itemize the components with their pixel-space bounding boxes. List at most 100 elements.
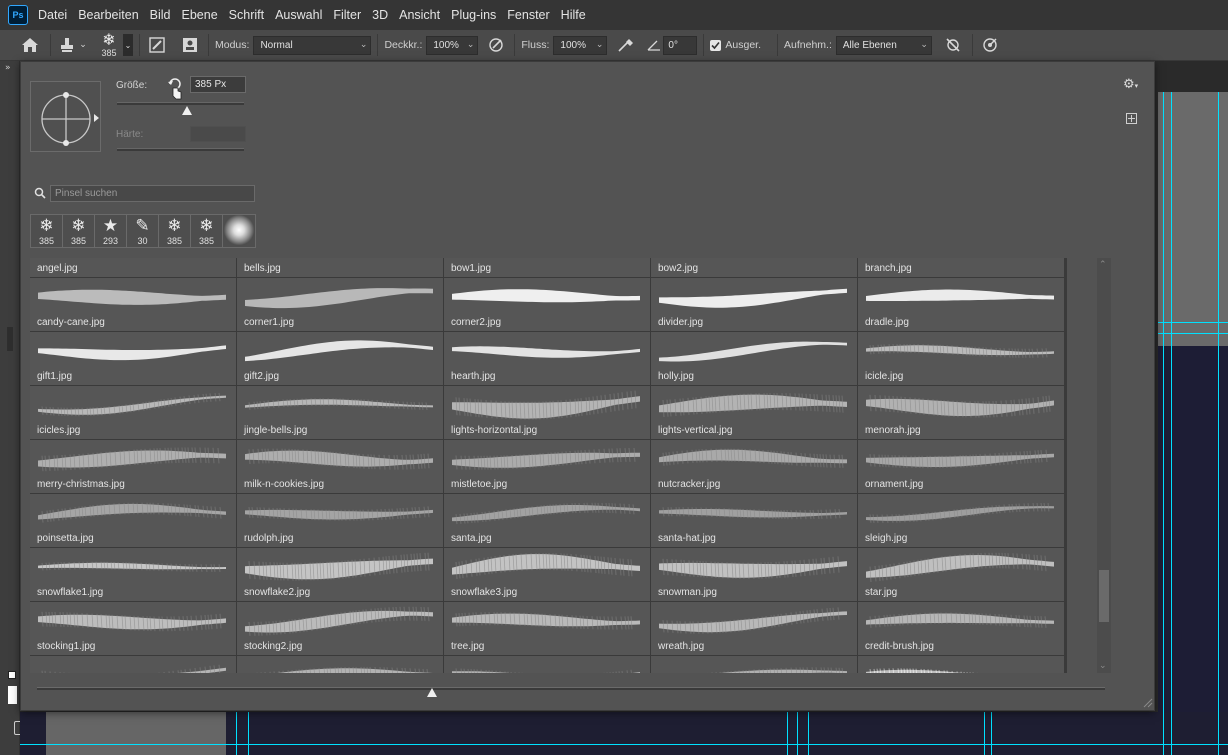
- brush-preset[interactable]: icicles.jpg: [30, 386, 236, 439]
- airbrush-icon[interactable]: [613, 37, 639, 53]
- angle-input[interactable]: 0°: [663, 35, 698, 55]
- brush-preset[interactable]: icicle.jpg: [858, 332, 1064, 385]
- brush-preset[interactable]: divider.jpg: [651, 278, 857, 331]
- brush-preset[interactable]: dradle.jpg: [858, 278, 1064, 331]
- brush-preset-picker[interactable]: ❄ 385: [97, 32, 121, 59]
- brush-preset[interactable]: bow1.jpg: [444, 258, 650, 277]
- brush-preset[interactable]: holly.jpg: [651, 332, 857, 385]
- aligned-checkbox[interactable]: [710, 39, 722, 51]
- brush-preset[interactable]: santa.jpg: [444, 494, 650, 547]
- brush-preset[interactable]: poinsetta.jpg: [30, 494, 236, 547]
- recent-brush[interactable]: ❄ 385: [191, 215, 223, 247]
- menu-item[interactable]: Filter: [333, 8, 361, 22]
- recent-brush[interactable]: ❄ 385: [159, 215, 191, 247]
- expand-panel-icon[interactable]: »: [5, 63, 11, 73]
- brush-preset[interactable]: angel.jpg: [30, 258, 236, 277]
- resize-grip-icon[interactable]: [1141, 696, 1153, 708]
- menu-item[interactable]: Bild: [150, 8, 171, 22]
- scroll-down-icon[interactable]: ⌄: [1099, 661, 1107, 671]
- recent-brush[interactable]: ✎ 30: [127, 215, 159, 247]
- brush-preset[interactable]: hearth.jpg: [444, 332, 650, 385]
- brush-preset[interactable]: santa-hat.jpg: [651, 494, 857, 547]
- brush-preset[interactable]: bow2.jpg: [651, 258, 857, 277]
- gear-icon[interactable]: ⚙▾: [1123, 77, 1138, 92]
- menu-item[interactable]: Hilfe: [561, 8, 586, 22]
- brush-preset[interactable]: mistletoe.jpg: [444, 440, 650, 493]
- brush-preset[interactable]: snowflake1.jpg: [30, 548, 236, 601]
- brush-preset[interactable]: [444, 656, 650, 673]
- brush-preset[interactable]: tree.jpg: [444, 602, 650, 655]
- brush-preset[interactable]: menorah.jpg: [858, 386, 1064, 439]
- foreground-color-swatch[interactable]: [8, 671, 16, 679]
- brush-preset[interactable]: jingle-bells.jpg: [237, 386, 443, 439]
- recent-brush[interactable]: ❄ 385: [63, 215, 95, 247]
- brush-preset[interactable]: star.jpg: [858, 548, 1064, 601]
- preview-zoom-slider-track[interactable]: [37, 687, 1105, 690]
- brush-preset[interactable]: snowflake2.jpg: [237, 548, 443, 601]
- brush-preset[interactable]: [858, 656, 1064, 673]
- pressure-size-icon[interactable]: [979, 37, 1001, 53]
- brush-preset[interactable]: merry-christmas.jpg: [30, 440, 236, 493]
- size-slider-thumb[interactable]: [181, 106, 192, 115]
- menu-item[interactable]: Schrift: [229, 8, 264, 22]
- brush-preset[interactable]: nutcracker.jpg: [651, 440, 857, 493]
- menu-item[interactable]: 3D: [372, 8, 388, 22]
- flow-field[interactable]: 100% ⌄: [553, 35, 608, 55]
- tool-marker[interactable]: [7, 327, 13, 351]
- brush-preset[interactable]: [30, 656, 236, 673]
- brush-preset[interactable]: bells.jpg: [237, 258, 443, 277]
- clone-stamp-icon[interactable]: [57, 37, 77, 53]
- menu-item[interactable]: Fenster: [507, 8, 549, 22]
- brush-preset[interactable]: gift1.jpg: [30, 332, 236, 385]
- brush-preset[interactable]: branch.jpg: [858, 258, 1064, 277]
- home-icon[interactable]: [16, 37, 44, 53]
- menu-item[interactable]: Auswahl: [275, 8, 322, 22]
- recent-brush[interactable]: ❄ 385: [31, 215, 63, 247]
- brush-preset[interactable]: [237, 656, 443, 673]
- brush-preset[interactable]: wreath.jpg: [651, 602, 857, 655]
- brush-preset[interactable]: stocking1.jpg: [30, 602, 236, 655]
- menu-item[interactable]: Ansicht: [399, 8, 440, 22]
- document-image-area-bottom[interactable]: [46, 712, 226, 755]
- recent-brush[interactable]: [223, 215, 255, 247]
- menu-item[interactable]: Bearbeiten: [78, 8, 138, 22]
- brush-preset[interactable]: sleigh.jpg: [858, 494, 1064, 547]
- size-input[interactable]: 385 Px: [190, 76, 246, 93]
- menu-item[interactable]: Ebene: [182, 8, 218, 22]
- pressure-opacity-icon[interactable]: [484, 37, 508, 53]
- reset-size-icon[interactable]: [167, 76, 183, 100]
- brush-preset[interactable]: corner2.jpg: [444, 278, 650, 331]
- brush-preset[interactable]: ornament.jpg: [858, 440, 1064, 493]
- mode-select[interactable]: Normal ⌄: [253, 35, 372, 55]
- brush-picker-open-button[interactable]: ⌄: [123, 34, 133, 56]
- brush-preset[interactable]: gift2.jpg: [237, 332, 443, 385]
- opacity-field[interactable]: 100% ⌄: [426, 35, 479, 55]
- vertical-scrollbar[interactable]: ⌃ ⌄: [1097, 258, 1111, 673]
- size-slider-track[interactable]: [117, 102, 244, 105]
- preview-zoom-slider-thumb[interactable]: [427, 688, 438, 697]
- recent-brush[interactable]: ★ 293: [95, 215, 127, 247]
- brush-preset[interactable]: lights-horizontal.jpg: [444, 386, 650, 439]
- brush-preset[interactable]: corner1.jpg: [237, 278, 443, 331]
- brush-preset[interactable]: snowman.jpg: [651, 548, 857, 601]
- chevron-down-icon[interactable]: ⌄: [467, 39, 475, 50]
- brush-preset[interactable]: lights-vertical.jpg: [651, 386, 857, 439]
- background-color-swatch[interactable]: [8, 686, 17, 704]
- brush-preset[interactable]: candy-cane.jpg: [30, 278, 236, 331]
- scroll-up-icon[interactable]: ⌃: [1099, 260, 1107, 270]
- sample-select[interactable]: Alle Ebenen ⌄: [835, 35, 932, 55]
- brush-settings-toggle-icon[interactable]: [146, 37, 168, 53]
- menu-item[interactable]: Datei: [38, 8, 67, 22]
- menu-item[interactable]: Plug-ins: [451, 8, 496, 22]
- scrollbar-thumb[interactable]: [1099, 570, 1109, 622]
- brush-preset[interactable]: stocking2.jpg: [237, 602, 443, 655]
- tool-preset-chevron-icon[interactable]: ⌄: [77, 40, 89, 50]
- brush-angle-preview[interactable]: [30, 81, 101, 152]
- new-preset-icon[interactable]: [1126, 113, 1137, 124]
- chevron-down-icon[interactable]: ⌄: [596, 39, 604, 50]
- ignore-adjustment-layers-icon[interactable]: [940, 37, 966, 53]
- brush-search-input[interactable]: Pinsel suchen: [50, 185, 255, 202]
- brush-preset[interactable]: [651, 656, 857, 673]
- brush-preset[interactable]: rudolph.jpg: [237, 494, 443, 547]
- brush-preset[interactable]: milk-n-cookies.jpg: [237, 440, 443, 493]
